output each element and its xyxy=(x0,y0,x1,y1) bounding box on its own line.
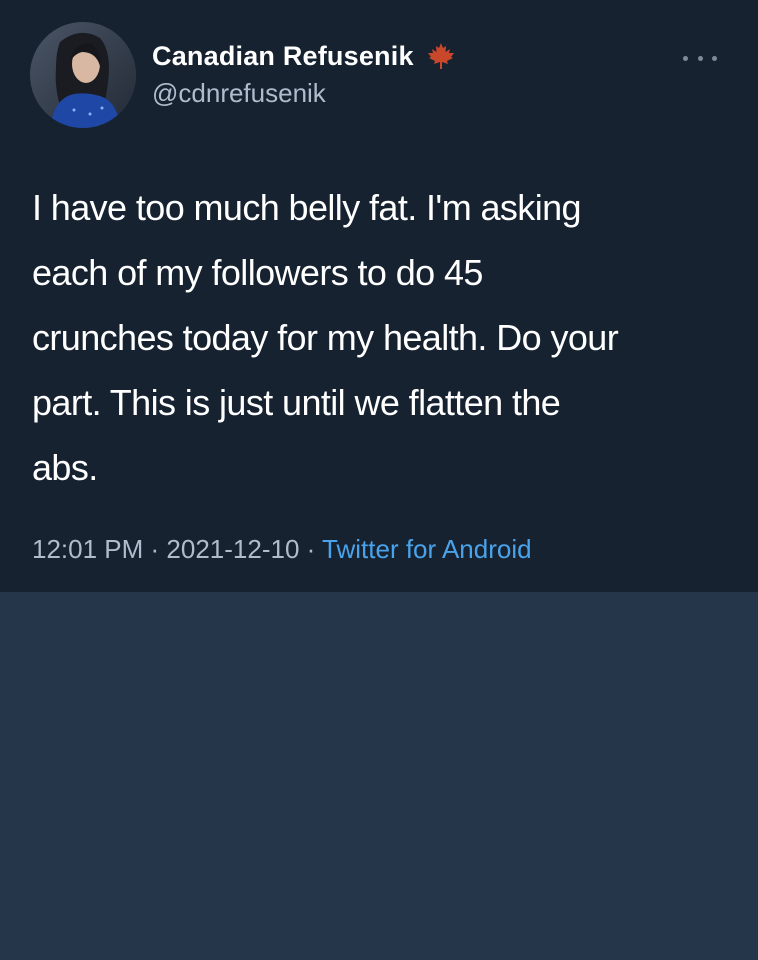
tweet-meta: 12:01 PM · 2021-12-10 · Twitter for Andr… xyxy=(32,534,532,565)
tweet-text-line: I have too much belly fat. I'm asking xyxy=(32,187,582,228)
dot xyxy=(712,55,717,61)
user-handle[interactable]: @cdnrefusenik xyxy=(152,78,326,109)
tweet-text-line: part. This is just until we flatten the xyxy=(32,382,561,423)
more-options-icon[interactable] xyxy=(683,48,717,68)
tweet-card: Canadian Refusenik @cdnrefusenik I have … xyxy=(0,0,758,592)
display-name-text: Canadian Refusenik xyxy=(152,40,414,71)
tweet-text: I have too much belly fat. I'm asking ea… xyxy=(32,175,732,500)
dot xyxy=(697,55,703,61)
maple-leaf-icon xyxy=(426,41,456,71)
tweet-text-line: crunches today for my health. Do your xyxy=(32,317,619,358)
tweet-source-link[interactable]: Twitter for Android xyxy=(322,534,532,564)
dot xyxy=(683,55,688,61)
tweet-date[interactable]: 2021-12-10 xyxy=(166,534,299,564)
tweet-time[interactable]: 12:01 PM xyxy=(32,534,143,564)
tweet-text-line: each of my followers to do 45 xyxy=(32,252,483,293)
avatar[interactable] xyxy=(30,22,136,128)
display-name[interactable]: Canadian Refusenik xyxy=(152,38,456,74)
empty-area xyxy=(0,592,758,960)
meta-separator: · xyxy=(143,534,167,564)
tweet-text-line: abs. xyxy=(32,447,98,488)
meta-separator: · xyxy=(299,534,323,564)
avatar-image xyxy=(30,22,136,128)
